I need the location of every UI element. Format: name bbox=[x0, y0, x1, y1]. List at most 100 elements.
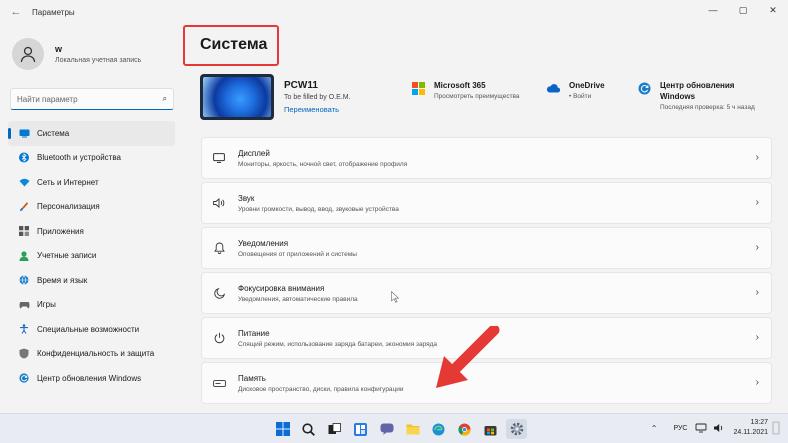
onedrive-tile[interactable]: OneDrive • Войти bbox=[545, 80, 605, 100]
wallpaper-thumbnail bbox=[203, 77, 271, 117]
chrome-button[interactable] bbox=[454, 419, 475, 439]
brush-icon bbox=[18, 201, 30, 213]
sidebar-item-bluetooth[interactable]: Bluetooth и устройства bbox=[8, 146, 175, 171]
info-title: OneDrive bbox=[569, 81, 605, 90]
device-info: PCW11 To be filled by O.E.M. Переименова… bbox=[200, 74, 351, 120]
windows-update-tile[interactable]: Центр обновления Windows Последняя прове… bbox=[636, 80, 770, 111]
sidebar-item-system[interactable]: Система bbox=[8, 121, 175, 146]
display-icon bbox=[212, 151, 226, 165]
monitor-icon bbox=[18, 127, 30, 139]
sidebar-item-accessibility[interactable]: Специальные возможности bbox=[8, 317, 175, 342]
search-icon bbox=[302, 422, 315, 436]
chevron-up-icon[interactable]: ⌃ bbox=[651, 424, 658, 433]
notifications-card[interactable]: Уведомления Оповещения от приложений и с… bbox=[201, 227, 772, 269]
card-subtitle: Дисковое пространство, диски, правила ко… bbox=[238, 385, 404, 393]
card-title: Фокусировка внимания bbox=[238, 283, 325, 293]
device-oem: To be filled by O.E.M. bbox=[284, 94, 351, 101]
chrome-icon bbox=[458, 423, 471, 436]
chevron-right-icon: › bbox=[755, 287, 759, 298]
avatar bbox=[12, 38, 44, 70]
annotation-arrow-icon bbox=[436, 326, 500, 388]
highlight-box bbox=[183, 25, 279, 66]
widgets-button[interactable] bbox=[350, 419, 371, 439]
network-icon[interactable] bbox=[695, 423, 707, 433]
sound-card[interactable]: Звук Уровни громкости, вывод, ввод, звук… bbox=[201, 182, 772, 224]
sidebar-item-label: Конфиденциальность и защита bbox=[37, 349, 155, 359]
clock-date: 24.11.2021 bbox=[733, 429, 768, 436]
mouse-cursor-icon bbox=[391, 291, 399, 303]
sidebar-item-privacy[interactable]: Конфиденциальность и защита bbox=[8, 342, 175, 367]
maximize-button[interactable]: ▢ bbox=[728, 0, 758, 20]
search-icon[interactable]: ⌕ bbox=[163, 94, 167, 104]
search-input[interactable] bbox=[17, 94, 163, 104]
sidebar-item-label: Центр обновления Windows bbox=[37, 373, 142, 383]
account-profile[interactable]: w Локальная учетная запись bbox=[12, 38, 141, 70]
window-title: Параметры bbox=[32, 7, 75, 17]
card-subtitle: Оповещения от приложений и системы bbox=[238, 250, 357, 258]
sidebar-item-label: Игры bbox=[37, 300, 56, 310]
file-explorer-button[interactable] bbox=[402, 419, 423, 439]
focus-assist-card[interactable]: Фокусировка внимания Уведомления, автома… bbox=[201, 272, 772, 314]
sidebar-item-accounts[interactable]: Учетные записи bbox=[8, 244, 175, 269]
search-taskbar-button[interactable] bbox=[298, 419, 319, 439]
window-controls: — ▢ ✕ bbox=[698, 0, 788, 20]
sidebar-item-time-language[interactable]: Время и язык bbox=[8, 268, 175, 293]
windows-icon bbox=[275, 422, 290, 436]
task-view-button[interactable] bbox=[324, 419, 345, 439]
account-name: w bbox=[55, 44, 63, 54]
card-title: Звук bbox=[238, 193, 255, 203]
card-title: Питание bbox=[238, 328, 270, 338]
clock[interactable]: 13:27 24.11.2021 bbox=[733, 418, 768, 438]
teams-chat-button[interactable] bbox=[376, 419, 397, 439]
apps-icon bbox=[18, 225, 30, 237]
search-box[interactable]: ⌕ bbox=[10, 88, 174, 110]
clock-time: 13:27 bbox=[750, 419, 768, 426]
sidebar-item-gaming[interactable]: Игры bbox=[8, 293, 175, 318]
shield-icon bbox=[18, 348, 30, 360]
chevron-right-icon: › bbox=[755, 152, 759, 163]
account-type: Локальная учетная запись bbox=[55, 57, 142, 64]
card-subtitle: Мониторы, яркость, ночной свет, отображе… bbox=[238, 160, 408, 168]
start-button[interactable] bbox=[272, 419, 293, 439]
bluetooth-icon bbox=[18, 152, 30, 164]
back-arrow-icon: ← bbox=[10, 6, 22, 18]
task-view-icon bbox=[328, 423, 341, 434]
back-button[interactable]: ← bbox=[4, 0, 28, 24]
card-subtitle: Уведомления, автоматические правила bbox=[238, 295, 358, 303]
sidebar-item-network[interactable]: Сеть и Интернет bbox=[8, 170, 175, 195]
power-icon bbox=[212, 331, 226, 345]
card-title: Память bbox=[238, 373, 266, 383]
accessibility-icon bbox=[18, 323, 30, 335]
sidebar-item-apps[interactable]: Приложения bbox=[8, 219, 175, 244]
taskbar: ⌃ РУС 13:27 24.11.2021 bbox=[0, 413, 788, 443]
rename-link[interactable]: Переименовать bbox=[284, 105, 351, 114]
update-icon bbox=[636, 80, 652, 96]
display-card[interactable]: Дисплей Мониторы, яркость, ночной свет, … bbox=[201, 137, 772, 179]
chevron-right-icon: › bbox=[755, 197, 759, 208]
chat-icon bbox=[380, 423, 393, 435]
card-subtitle: Уровни громкости, вывод, ввод, звуковые … bbox=[238, 205, 399, 213]
sidebar-item-label: Сеть и Интернет bbox=[37, 177, 99, 187]
sidebar-item-label: Время и язык bbox=[37, 275, 88, 285]
language-indicator[interactable]: РУС bbox=[673, 425, 687, 432]
volume-icon[interactable] bbox=[713, 423, 725, 433]
sidebar-item-windows-update[interactable]: Центр обновления Windows bbox=[8, 366, 175, 391]
globe-icon bbox=[18, 274, 30, 286]
edge-button[interactable] bbox=[428, 419, 449, 439]
sidebar-item-label: Система bbox=[37, 128, 70, 138]
device-image bbox=[200, 74, 274, 120]
update-icon bbox=[18, 372, 30, 384]
gamepad-icon bbox=[18, 299, 30, 311]
sidebar-item-personalization[interactable]: Персонализация bbox=[8, 195, 175, 220]
store-button[interactable] bbox=[480, 419, 501, 439]
settings-taskbar-button[interactable] bbox=[506, 419, 527, 439]
bell-icon bbox=[212, 241, 226, 255]
close-button[interactable]: ✕ bbox=[758, 0, 788, 20]
minimize-button[interactable]: — bbox=[698, 0, 728, 20]
notification-icon[interactable] bbox=[772, 421, 780, 435]
info-subtitle: Просмотреть преимущества bbox=[434, 93, 520, 100]
chevron-right-icon: › bbox=[755, 332, 759, 343]
microsoft-365-tile[interactable]: Microsoft 365 Просмотреть преимущества bbox=[410, 80, 520, 100]
chevron-right-icon: › bbox=[755, 377, 759, 388]
sidebar-item-label: Специальные возможности bbox=[37, 324, 140, 334]
